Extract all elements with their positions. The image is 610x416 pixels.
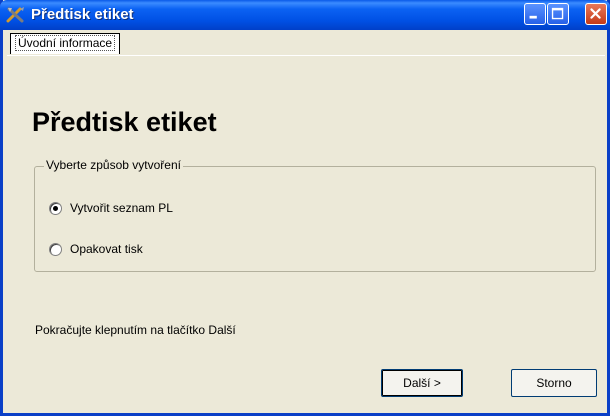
maximize-button[interactable] (547, 3, 569, 25)
page-title: Předtisk etiket (32, 107, 217, 137)
tab-label: Úvodní informace (15, 35, 116, 51)
option-create-list-label[interactable]: Vytvořit seznam PL (70, 201, 173, 215)
next-button[interactable]: Další > (381, 369, 463, 397)
tab-strip: Úvodní informace (3, 30, 607, 55)
maximize-icon (551, 7, 564, 20)
title-bar[interactable]: Předtisk etiket (0, 0, 610, 30)
tab-panel: Předtisk etiket Vyberte způsob vytvoření… (7, 55, 605, 411)
close-icon (590, 8, 601, 19)
option-create-list[interactable]: Vytvořit seznam PL (49, 201, 173, 215)
option-repeat-print[interactable]: Opakovat tisk (49, 242, 143, 256)
tools-icon (6, 7, 24, 23)
minimize-button[interactable] (524, 3, 546, 25)
creation-method-group: Vyberte způsob vytvoření Vytvořit seznam… (34, 158, 596, 272)
window-title: Předtisk etiket (31, 6, 134, 23)
instruction-text: Pokračujte klepnutím na tlačítko Další (35, 323, 236, 337)
radio-repeat-print[interactable] (49, 242, 62, 256)
tab-uvodni-informace[interactable]: Úvodní informace (10, 33, 121, 54)
cancel-button[interactable]: Storno (511, 369, 597, 397)
group-label: Vyberte způsob vytvoření (44, 158, 183, 172)
dialog-window: Předtisk etiket Úvodní informace Předtis… (0, 0, 610, 416)
close-button[interactable] (585, 3, 607, 25)
minimize-icon (529, 15, 537, 19)
option-repeat-print-label[interactable]: Opakovat tisk (70, 242, 143, 256)
radio-create-list[interactable] (49, 201, 62, 215)
